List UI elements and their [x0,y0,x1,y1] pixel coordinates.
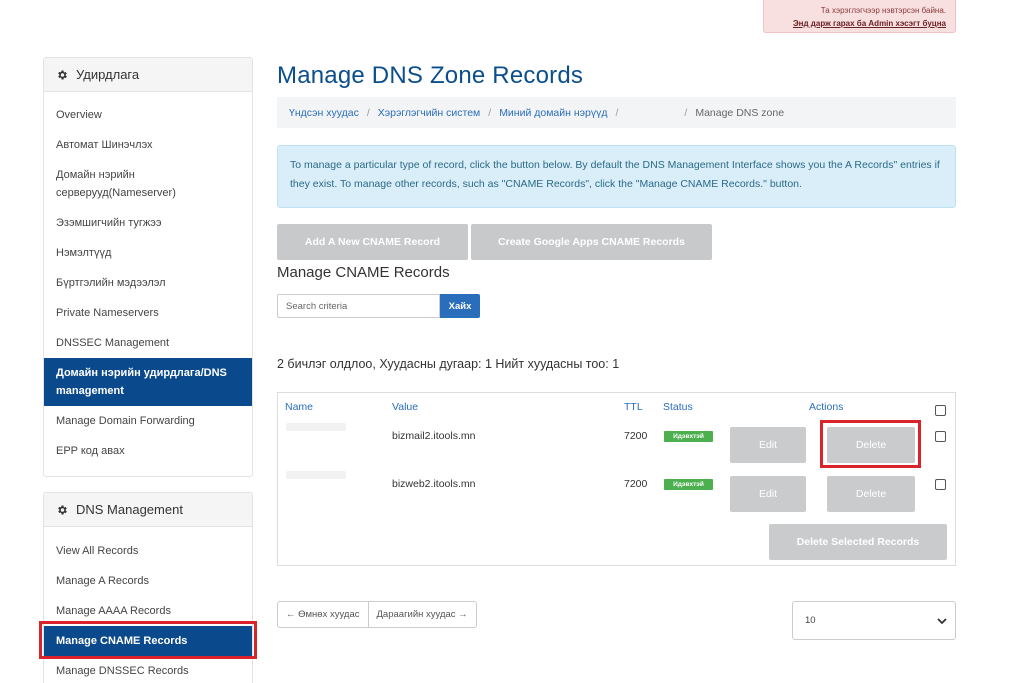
column-header-status[interactable]: Status [663,401,693,413]
breadcrumb-separator: / [488,106,492,119]
status-badge: Идэвхтэй [664,431,713,442]
row-checkbox[interactable] [935,479,946,490]
sidebar-item-overview[interactable]: Overview [44,100,252,130]
record-ttl: 7200 [624,478,648,490]
sidebar-item-domain-forwarding[interactable]: Manage Domain Forwarding [44,406,252,436]
management-panel: Удирдлага Overview Автомат Шинэчлэх Дома… [43,57,253,477]
breadcrumb-client-area[interactable]: Хэрэглэгчийн систем [378,107,481,119]
prev-page-button[interactable]: ← Өмнөх хуудас [278,602,368,627]
sidebar-item-contact-info[interactable]: Бүртгэлийн мэдээлэл [44,268,252,298]
sidebar-item-view-all-records[interactable]: View All Records [44,536,252,566]
search-input[interactable]: Search criteria [277,294,440,318]
return-to-admin-link[interactable]: Энд дарж гарах ба Admin хэсэгт буцна [764,17,946,30]
breadcrumb-home[interactable]: Үндсэн хуудас [289,107,359,119]
add-cname-record-button[interactable]: Add A New CNAME Record [277,224,468,260]
chevron-down-icon [936,615,948,627]
breadcrumb-separator: / [366,106,370,119]
breadcrumb-my-domains[interactable]: Миний домайн нэрүүд [499,107,607,119]
breadcrumb: Үндсэн хуудас / Хэрэглэгчийн систем / Ми… [277,97,956,128]
admin-notice-text: Та хэрэглэгчээр нэвтэрсэн байна. [820,6,946,15]
next-page-button[interactable]: Дараагийн хуудас → [367,602,476,627]
dns-panel-title: DNS Management [76,502,183,517]
sidebar-item-dnssec[interactable]: DNSSEC Management [44,328,252,358]
column-header-ttl[interactable]: TTL [624,401,643,413]
sidebar-item-dns-management[interactable]: Домайн нэрийн удирдлага/DNS management [44,358,252,406]
sidebar-item-registrar-lock[interactable]: Эзэмшигчийн тугжээ [44,208,252,238]
breadcrumb-separator: / [615,106,619,119]
sidebar-item-manage-dnssec-records[interactable]: Manage DNSSEC Records [44,656,252,683]
gear-icon [56,69,68,81]
delete-button-highlight [820,420,921,468]
search-button[interactable]: Хайх [440,294,480,318]
info-alert: To manage a particular type of record, c… [277,145,956,208]
sidebar-item-private-nameservers[interactable]: Private Nameservers [44,298,252,328]
column-header-value[interactable]: Value [392,401,418,413]
result-count: 2 бичлэг олдлоо, Хуудасны дугаар: 1 Нийт… [277,357,620,371]
sidebar-item-manage-a-records[interactable]: Manage A Records [44,566,252,596]
records-per-page-value: 10 [805,615,816,626]
delete-selected-records-button[interactable]: Delete Selected Records [769,524,947,560]
record-value: bizmail2.itools.mn [392,430,476,442]
create-google-apps-cname-button[interactable]: Create Google Apps CNAME Records [471,224,712,260]
sidebar-item-epp-code[interactable]: EPP код авах [44,436,252,466]
admin-notice: Та хэрэглэгчээр нэвтэрсэн байна. Энд дар… [763,0,956,33]
sidebar-item-nameservers[interactable]: Домайн нэрийн серверууд(Nameserver) [44,160,252,208]
management-panel-title: Удирдлага [76,67,140,82]
gear-icon [56,504,68,516]
select-all-checkbox[interactable] [935,405,946,416]
status-badge: Идэвхтэй [664,479,713,490]
cname-menu-highlight [39,621,257,659]
sidebar-item-addons[interactable]: Нэмэлтүүд [44,238,252,268]
management-panel-header: Удирдлага [44,58,252,92]
record-name-redacted [286,471,346,479]
record-value: bizweb2.itools.mn [392,478,476,490]
record-ttl: 7200 [624,430,648,442]
records-per-page-select[interactable]: 10 [792,601,956,640]
column-header-name[interactable]: Name [285,401,313,413]
page-title: Manage DNS Zone Records [277,62,584,89]
row-checkbox[interactable] [935,431,946,442]
column-header-actions: Actions [809,401,844,413]
breadcrumb-current: Manage DNS zone [695,106,785,119]
delete-button[interactable]: Delete [827,476,915,512]
records-table: Name Value TTL Status Actions bizmail2.i… [277,392,956,566]
dns-panel-header: DNS Management [44,493,252,527]
sidebar-item-auto-renew[interactable]: Автомат Шинэчлэх [44,130,252,160]
edit-button[interactable]: Edit [730,427,806,463]
section-title: Manage CNAME Records [277,264,450,281]
breadcrumb-separator: / [684,106,688,119]
pagination: ← Өмнөх хуудас Дараагийн хуудас → [277,601,477,628]
record-name-redacted [286,423,346,431]
edit-button[interactable]: Edit [730,476,806,512]
